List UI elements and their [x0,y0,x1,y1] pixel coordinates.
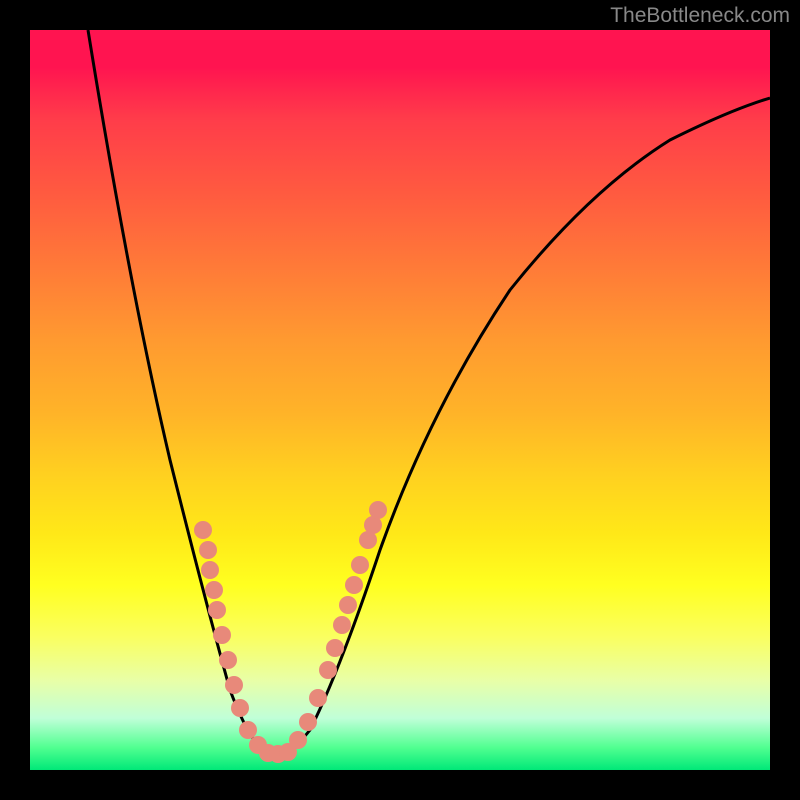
data-marker [309,689,327,707]
watermark-text: TheBottleneck.com [610,4,790,28]
data-marker [213,626,231,644]
data-marker [201,561,219,579]
data-marker [299,713,317,731]
marker-group [194,501,387,763]
data-marker [208,601,226,619]
bottleneck-curve-svg [30,30,770,770]
data-marker [345,576,363,594]
data-marker [369,501,387,519]
data-marker [339,596,357,614]
data-marker [205,581,223,599]
data-marker [289,731,307,749]
data-marker [319,661,337,679]
data-marker [351,556,369,574]
data-marker [199,541,217,559]
data-marker [333,616,351,634]
data-marker [225,676,243,694]
data-marker [326,639,344,657]
plot-area [30,30,770,770]
data-marker [194,521,212,539]
data-marker [231,699,249,717]
curve-right-branch [275,98,770,755]
data-marker [239,721,257,739]
data-marker [219,651,237,669]
curve-left-branch [88,30,275,755]
